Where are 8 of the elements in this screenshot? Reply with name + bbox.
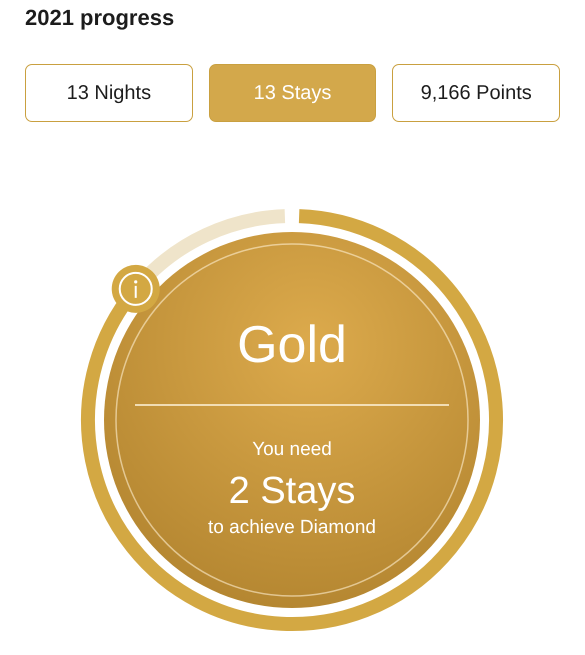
stays-needed: 2 Stays [228,469,356,513]
tab[interactable]: 9,166 Points [392,64,560,122]
goal-label: to achieve Diamond [208,516,376,540]
info-icon[interactable] [112,264,160,313]
tab[interactable]: 13 Nights [25,64,193,122]
tier-name: Gold [237,315,347,375]
section-title: 2021 progress [24,4,176,31]
need-label: You need [252,438,332,462]
